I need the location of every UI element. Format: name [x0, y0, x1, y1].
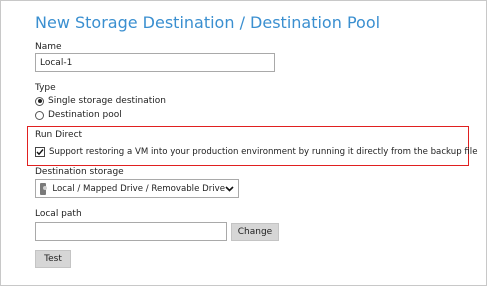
run-direct-label: Run Direct — [35, 130, 83, 140]
dialog-title: New Storage Destination / Destination Po… — [35, 13, 381, 32]
test-button[interactable]: Test — [35, 250, 71, 268]
local-path-input[interactable] — [35, 222, 227, 241]
destination-storage-select[interactable]: Local / Mapped Drive / Removable Drive — [35, 179, 239, 198]
checkmark-icon — [36, 149, 44, 156]
name-input[interactable] — [35, 53, 275, 72]
radio-button-checked[interactable] — [35, 96, 44, 106]
run-direct-checkbox[interactable] — [35, 147, 45, 157]
type-label: Type — [35, 83, 56, 93]
destination-storage-value: Local / Mapped Drive / Removable Drive — [52, 183, 225, 194]
change-button[interactable]: Change — [231, 223, 279, 241]
radio-single-destination[interactable]: Single storage destination — [35, 96, 166, 106]
chevron-down-icon — [225, 184, 234, 194]
radio-button-unchecked[interactable] — [35, 110, 44, 120]
drive-icon — [40, 182, 48, 195]
run-direct-highlight — [27, 126, 469, 166]
name-label: Name — [35, 42, 62, 52]
run-direct-option[interactable]: Support restoring a VM into your product… — [35, 147, 477, 157]
run-direct-checkbox-label: Support restoring a VM into your product… — [49, 147, 478, 157]
destination-storage-label: Destination storage — [35, 167, 124, 177]
radio-label-single: Single storage destination — [48, 96, 167, 106]
radio-label-pool: Destination pool — [48, 110, 122, 120]
radio-destination-pool[interactable]: Destination pool — [35, 110, 122, 120]
local-path-label: Local path — [35, 209, 82, 219]
